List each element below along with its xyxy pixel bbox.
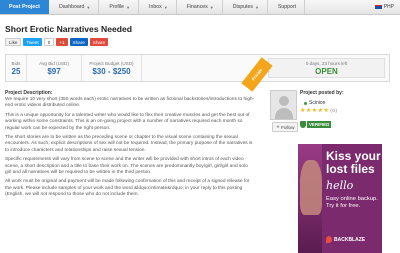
shield-icon <box>300 121 306 128</box>
follow-label: Follow <box>281 124 295 130</box>
tweet-count: 0 <box>43 38 55 46</box>
verified-badge: VERIFIED <box>300 121 332 128</box>
nav-disputes-label: Disputes <box>232 4 253 10</box>
chevron-down-icon: ▼ <box>254 4 259 10</box>
avg-bid-value: $97 <box>47 66 61 76</box>
star-icon: ★ <box>276 124 281 129</box>
avatar-body <box>275 108 293 119</box>
nav-dashboard[interactable]: Dashboard ▼ <box>49 0 100 14</box>
avatar[interactable] <box>270 90 297 120</box>
nav-profile-label: Profile <box>109 4 125 10</box>
nav-inbox[interactable]: Inbox ▼ <box>139 0 177 14</box>
nav-dashboard-label: Dashboard <box>59 4 85 10</box>
nav-finances[interactable]: Finances ▼ <box>177 0 223 14</box>
avatar-head <box>279 96 289 106</box>
description-paragraph: This is a unique opportunity for a talen… <box>5 112 250 131</box>
budget-stat: Project Budget (USD) $30 - $250 <box>82 55 142 81</box>
description-paragraph: All work must be original and payment wi… <box>5 179 250 198</box>
rating-stars: ★★★★★(0) <box>300 107 338 114</box>
top-nav: Post Project Dashboard ▼ Profile ▼ Inbox ▼ … <box>0 0 400 15</box>
description-paragraph: The short stories are to be written as t… <box>5 135 253 153</box>
project-description: Project Description: We require 10 very … <box>5 90 255 202</box>
ad-subtext: Easy online backup. Try it for free. <box>326 196 378 209</box>
currency-label: PHP <box>383 4 394 10</box>
ad-brand-label: BACKBLAZE <box>334 236 366 243</box>
status-badge: OPEN <box>315 66 338 76</box>
gplus-button[interactable]: +1 <box>56 38 68 46</box>
verified-label: VERIFIED <box>307 121 332 128</box>
budget-value: $30 - $250 <box>92 66 131 76</box>
nav-inbox-label: Inbox <box>149 4 162 10</box>
description-paragraph: We require 10 very short (350 words each… <box>5 97 255 109</box>
ad-hello: hello <box>326 179 354 192</box>
currency-selector[interactable]: PHP <box>374 0 400 14</box>
follow-button[interactable]: ★ Follow <box>272 122 299 132</box>
nav-support-label: Support <box>277 4 297 10</box>
stars-icon: ★★★★★ <box>300 108 330 114</box>
posted-by-label: Project posted by: <box>300 90 344 96</box>
nav-profile[interactable]: Profile ▼ <box>99 0 140 14</box>
ad-image <box>298 144 322 253</box>
chevron-down-icon: ▼ <box>209 4 214 10</box>
share-bar: Like Tweet 0 +1 Share Share <box>5 38 109 46</box>
nav-disputes[interactable]: Disputes ▼ <box>223 0 268 14</box>
description-heading: Project Description: <box>5 90 53 96</box>
project-status: 0 days, 23 hours left OPEN <box>268 58 385 78</box>
description-paragraph: Specific requirements will vary from sce… <box>5 157 248 176</box>
nav-finances-label: Finances <box>186 4 208 10</box>
ad-brand: BACKBLAZE <box>326 236 365 243</box>
ribbon-label: Private <box>250 67 264 82</box>
share-button[interactable]: Share <box>89 38 109 46</box>
post-project-button[interactable]: Post Project <box>0 0 49 14</box>
avg-bid-stat: Avg Bid (USD) $97 <box>27 55 82 81</box>
bids-value: 25 <box>11 66 21 76</box>
bids-label: Bids <box>11 60 21 66</box>
project-title: Short Erotic Narratives Needed <box>5 24 133 34</box>
nav-support[interactable]: Support <box>268 0 306 14</box>
online-dot-icon <box>304 101 307 105</box>
time-left: 0 days, 23 hours left <box>305 60 348 66</box>
poster-name-label: Scinion <box>309 100 326 106</box>
rating-count: (0) <box>330 108 338 113</box>
flag-icon <box>374 5 382 9</box>
avg-bid-label: Avg Bid (USD) <box>39 60 69 66</box>
ad-headline: Kiss your lost files <box>326 149 381 176</box>
like-button[interactable]: Like <box>5 38 22 46</box>
chevron-down-icon: ▼ <box>163 4 168 10</box>
flame-icon <box>326 236 332 243</box>
budget-label: Project Budget (USD) <box>89 60 134 66</box>
bids-stat: Bids 25 <box>6 55 27 81</box>
ad-banner[interactable]: Kiss your lost files hello Easy online b… <box>298 144 382 253</box>
tweet-button[interactable]: Tweet <box>23 38 42 46</box>
project-stats: Bids 25 Avg Bid (USD) $97 Project Budget… <box>5 54 390 82</box>
chevron-down-icon: ▼ <box>126 4 131 10</box>
linkedin-share-button[interactable]: Share <box>69 38 88 46</box>
poster-name[interactable]: Scinion <box>304 100 325 106</box>
chevron-down-icon: ▼ <box>86 4 91 10</box>
